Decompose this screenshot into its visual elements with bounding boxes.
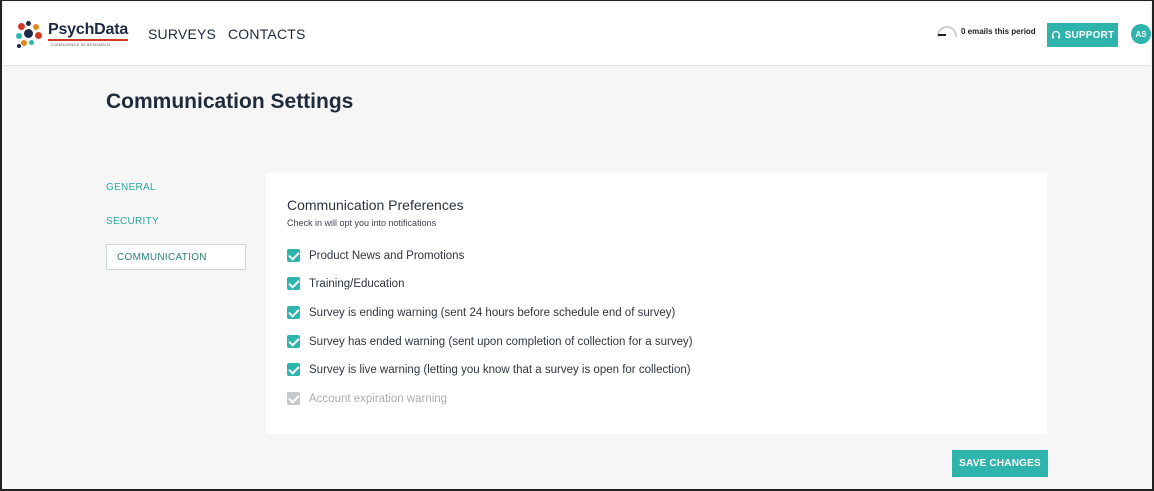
nav-contacts[interactable]: CONTACTS xyxy=(228,26,306,42)
checkbox-checked[interactable] xyxy=(287,277,300,290)
gauge-icon xyxy=(937,26,957,37)
pref-survey-live-warning[interactable]: Survey is live warning (letting you know… xyxy=(287,363,691,376)
logo-text: PsychData xyxy=(48,21,128,41)
email-quota-text: 0 emails this period xyxy=(961,27,1036,36)
panel-subtitle: Check in will opt you into notifications xyxy=(287,218,437,228)
save-changes-button[interactable]: SAVE CHANGES xyxy=(952,450,1048,477)
pref-label: Survey has ended warning (sent upon comp… xyxy=(309,335,693,348)
checkbox-checked[interactable] xyxy=(287,363,300,376)
checkbox-checked-disabled xyxy=(287,392,300,405)
pref-account-expiration-warning: Account expiration warning xyxy=(287,392,447,405)
pref-label: Account expiration warning xyxy=(309,392,448,405)
top-bar: PsychData CONFIDENCE IN RESEARCH SURVEYS… xyxy=(4,2,1151,66)
sidebar-item-communication[interactable]: COMMUNICATION xyxy=(106,244,246,270)
logo-tagline: CONFIDENCE IN RESEARCH xyxy=(51,42,111,47)
nav-surveys[interactable]: SURVEYS xyxy=(148,26,216,42)
sidebar-item-security[interactable]: SECURITY xyxy=(106,208,159,234)
support-button[interactable]: SUPPORT xyxy=(1047,23,1118,47)
preferences-panel: Communication Preferences Check in will … xyxy=(266,173,1047,434)
logo-molecule-icon xyxy=(16,21,46,49)
app-window: PsychData CONFIDENCE IN RESEARCH SURVEYS… xyxy=(0,0,1154,491)
panel-title: Communication Preferences xyxy=(287,197,464,213)
pref-survey-ended-warning[interactable]: Survey has ended warning (sent upon comp… xyxy=(287,335,693,348)
checkbox-checked[interactable] xyxy=(287,249,300,262)
pref-survey-ending-warning[interactable]: Survey is ending warning (sent 24 hours … xyxy=(287,306,675,319)
checkbox-checked[interactable] xyxy=(287,335,300,348)
pref-product-news[interactable]: Product News and Promotions xyxy=(287,249,464,262)
user-avatar[interactable]: AS xyxy=(1131,24,1151,44)
pref-label: Survey is live warning (letting you know… xyxy=(309,363,691,376)
sidebar-item-general[interactable]: GENERAL xyxy=(106,174,156,200)
pref-label: Survey is ending warning (sent 24 hours … xyxy=(309,306,676,319)
pref-training-education[interactable]: Training/Education xyxy=(287,277,404,290)
pref-label: Training/Education xyxy=(309,277,405,290)
headset-icon xyxy=(1051,30,1060,39)
checkbox-checked[interactable] xyxy=(287,306,300,319)
page-title: Communication Settings xyxy=(106,90,354,113)
support-label: SUPPORT xyxy=(1064,29,1115,41)
pref-label: Product News and Promotions xyxy=(309,249,465,262)
email-quota: 0 emails this period xyxy=(937,26,1036,37)
logo[interactable]: PsychData CONFIDENCE IN RESEARCH xyxy=(16,21,128,49)
